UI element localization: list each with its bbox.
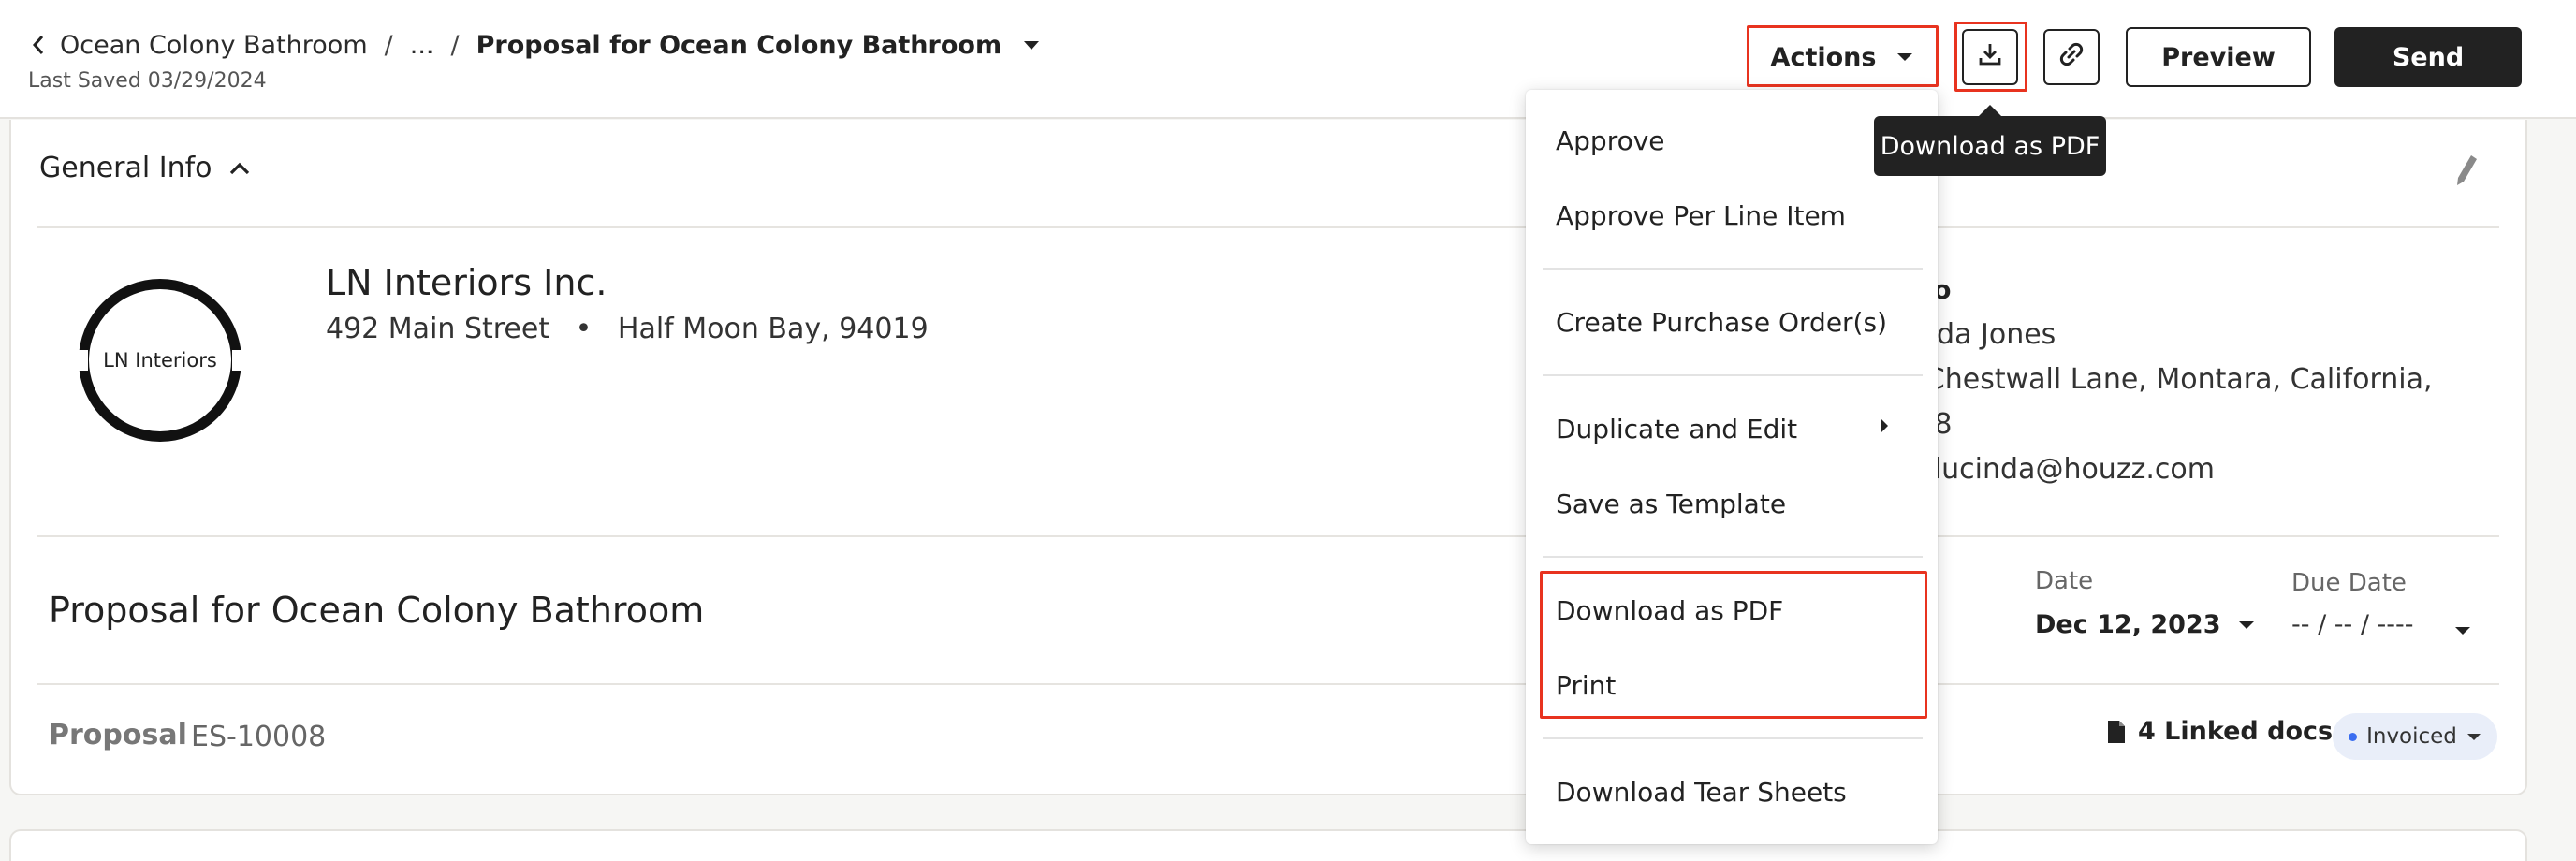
proposal-title: Proposal for Ocean Colony Bathroom xyxy=(49,590,705,631)
due-date-input[interactable]: -- / -- / ---- xyxy=(2291,610,2413,639)
company-address: 492 Main Street • Half Moon Bay, 94019 xyxy=(326,313,929,345)
divider xyxy=(37,683,2499,685)
send-button[interactable]: Send xyxy=(2334,27,2522,87)
company-name: LN Interiors Inc. xyxy=(326,262,607,303)
company-logo: LN Interiors xyxy=(79,279,242,442)
actions-dropdown-menu: Approve Approve Per Line Item Create Pur… xyxy=(1526,90,1938,844)
menu-item-download-pdf[interactable]: Download as PDF xyxy=(1556,582,1783,638)
link-icon xyxy=(2057,40,2086,75)
edit-pencil-icon[interactable] xyxy=(2454,153,2479,191)
date-value: Dec 12, 2023 xyxy=(2035,610,2221,639)
date-picker[interactable]: Dec 12, 2023 xyxy=(2035,610,2255,639)
document-icon xyxy=(2106,719,2127,745)
actions-button[interactable]: Actions xyxy=(1750,29,1934,85)
chevron-left-icon[interactable] xyxy=(32,35,45,55)
date-label: Date xyxy=(2035,567,2094,595)
divider xyxy=(37,535,2499,537)
breadcrumb-item-project[interactable]: Ocean Colony Bathroom xyxy=(60,31,368,60)
status-label: Invoiced xyxy=(2366,724,2457,749)
tooltip-arrow xyxy=(1979,105,2001,116)
linked-docs-link[interactable]: 4 Linked docs xyxy=(2106,717,2333,746)
doc-number: ES-10008 xyxy=(191,721,327,753)
caret-down-icon[interactable] xyxy=(2454,621,2471,639)
bill-to-email: lisa+lucinda@houzz.com xyxy=(1881,453,2215,486)
due-date-label: Due Date xyxy=(2291,569,2407,597)
bill-to-zip: 94018 xyxy=(1881,402,2481,447)
bill-to-address: 123 Chestwall Lane, Montara, California, xyxy=(1881,363,2433,396)
bill-to-block: Bill To Lucinda Jones 123 Chestwall Lane… xyxy=(1881,268,2481,492)
breadcrumb-item-current: Proposal for Ocean Colony Bathroom xyxy=(476,30,1003,60)
company-street: 492 Main Street xyxy=(326,313,550,345)
status-dot xyxy=(2349,732,2358,741)
breadcrumb-separator: / xyxy=(450,30,460,60)
caret-down-icon xyxy=(2238,620,2255,630)
logo-decoration xyxy=(75,350,88,371)
section-title: General Info xyxy=(39,152,212,184)
caret-down-icon[interactable] xyxy=(1022,39,1041,51)
logo-decoration xyxy=(232,350,245,371)
menu-item-approve[interactable]: Approve xyxy=(1556,112,1665,168)
download-tooltip: Download as PDF xyxy=(1874,116,2106,176)
menu-separator xyxy=(1543,737,1923,739)
actions-button-label: Actions xyxy=(1770,42,1877,72)
divider xyxy=(37,226,2499,228)
menu-separator xyxy=(1543,374,1923,376)
last-saved-text: Last Saved 03/29/2024 xyxy=(28,69,267,93)
bill-to-label: Bill To xyxy=(1881,268,2481,313)
menu-item-duplicate-edit[interactable]: Duplicate and Edit xyxy=(1556,401,1797,457)
chevron-up-icon xyxy=(229,162,250,175)
breadcrumb-separator: / xyxy=(384,30,393,60)
menu-separator xyxy=(1543,268,1923,270)
copy-link-button[interactable] xyxy=(2043,29,2100,85)
preview-button[interactable]: Preview xyxy=(2126,27,2311,87)
next-section-card xyxy=(9,829,2527,861)
breadcrumb-item-ellipsis[interactable]: ... xyxy=(410,31,434,60)
doc-type-label: Proposal xyxy=(49,719,187,752)
menu-item-print[interactable]: Print xyxy=(1556,657,1616,713)
bullet-separator: • xyxy=(575,313,593,345)
caret-down-icon xyxy=(2466,733,2481,741)
caret-right-icon xyxy=(1880,417,1889,438)
download-button[interactable] xyxy=(1962,29,2018,85)
bill-to-name: Lucinda Jones xyxy=(1881,318,2056,351)
linked-docs-label: 4 Linked docs xyxy=(2138,717,2334,746)
menu-item-download-tear-sheets[interactable]: Download Tear Sheets xyxy=(1556,764,1847,820)
menu-item-create-po[interactable]: Create Purchase Order(s) xyxy=(1556,294,1887,350)
download-icon xyxy=(1977,41,2003,74)
breadcrumb: Ocean Colony Bathroom / ... / Proposal f… xyxy=(32,26,1041,64)
menu-item-approve-per-line[interactable]: Approve Per Line Item xyxy=(1556,187,1846,243)
menu-separator xyxy=(1543,556,1923,558)
company-logo-text: LN Interiors xyxy=(103,349,217,372)
company-city: Half Moon Bay, 94019 xyxy=(617,313,929,345)
menu-item-save-template[interactable]: Save as Template xyxy=(1556,475,1786,532)
caret-down-icon xyxy=(1896,52,1913,62)
general-info-header[interactable]: General Info xyxy=(39,152,250,184)
status-badge[interactable]: Invoiced xyxy=(2333,713,2497,760)
